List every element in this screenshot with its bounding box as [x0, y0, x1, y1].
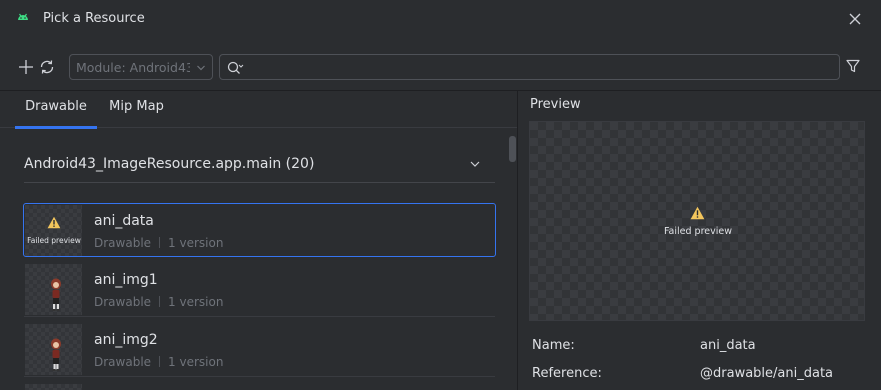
title-bar: Pick a Resource — [0, 0, 881, 38]
resource-versions: 1 version — [168, 295, 224, 309]
close-icon[interactable] — [846, 10, 864, 28]
chevron-down-icon — [197, 65, 205, 71]
resource-meta: Drawable 1 version — [94, 355, 223, 369]
resource-item-ani-img1[interactable]: ani_img1 Drawable 1 version — [24, 263, 495, 317]
preview-title: Preview — [530, 97, 581, 112]
preview-canvas: Failed preview — [529, 121, 865, 321]
resource-thumbnail — [25, 384, 83, 390]
meta-divider — [159, 296, 161, 307]
character-sprite-image — [51, 338, 61, 371]
chevron-down-icon — [470, 161, 480, 167]
resource-meta: Drawable 1 version — [94, 295, 223, 309]
resource-thumbnail — [25, 324, 83, 375]
android-icon — [18, 13, 28, 20]
window-title: Pick a Resource — [43, 11, 145, 26]
add-icon[interactable] — [17, 58, 35, 76]
resource-thumbnail: Failed preview — [25, 205, 83, 256]
search-input[interactable] — [219, 54, 840, 80]
resource-item-partial[interactable] — [24, 383, 495, 390]
resource-versions: 1 version — [168, 355, 224, 369]
tab-mip-map-label: Mip Map — [109, 99, 164, 114]
meta-divider — [159, 237, 161, 248]
resource-type: Drawable — [94, 295, 152, 309]
resource-tabs: Drawable Mip Map — [0, 91, 517, 129]
resource-name: ani_img2 — [94, 332, 158, 348]
refresh-icon[interactable] — [38, 58, 56, 76]
resource-item-ani-img2[interactable]: ani_img2 Drawable 1 version — [24, 323, 495, 377]
filter-icon[interactable] — [845, 58, 861, 74]
resource-group-label: Android43_ImageResource.app.main (20) — [24, 156, 315, 172]
warning-icon — [690, 206, 705, 220]
module-select[interactable]: Module: Android43_ImageResource — [69, 54, 213, 80]
splitter[interactable] — [517, 90, 518, 390]
resource-name: ani_data — [94, 213, 154, 229]
tab-drawable-label: Drawable — [25, 99, 87, 114]
resource-meta: Drawable 1 version — [94, 236, 223, 250]
property-label-name: Name: — [532, 338, 575, 353]
resource-type: Drawable — [94, 355, 152, 369]
resource-item-ani-data[interactable]: Failed preview ani_data Drawable 1 versio… — [23, 203, 496, 257]
resource-name: ani_img1 — [94, 272, 158, 288]
property-value-name: ani_data — [700, 338, 756, 353]
module-select-label: Module: Android43_ImageResource — [76, 60, 190, 75]
resource-thumbnail — [25, 264, 83, 315]
resource-group-header[interactable]: Android43_ImageResource.app.main (20) — [24, 148, 495, 183]
toolbar: Module: Android43_ImageResource — [0, 52, 881, 82]
property-value-reference: @drawable/ani_data — [700, 366, 834, 381]
meta-divider — [159, 356, 161, 367]
thumbnail-failed-text: Failed preview — [27, 236, 81, 245]
character-sprite-image — [51, 278, 61, 311]
tab-mip-map[interactable]: Mip Map — [99, 91, 174, 128]
search-icon — [227, 61, 244, 74]
resource-versions: 1 version — [168, 236, 224, 250]
scrollbar-thumb[interactable] — [509, 136, 516, 162]
tab-drawable[interactable]: Drawable — [15, 91, 97, 129]
warning-icon — [47, 216, 61, 229]
resource-type: Drawable — [94, 236, 152, 250]
preview-failed-text: Failed preview — [663, 226, 733, 237]
property-label-reference: Reference: — [532, 366, 602, 381]
